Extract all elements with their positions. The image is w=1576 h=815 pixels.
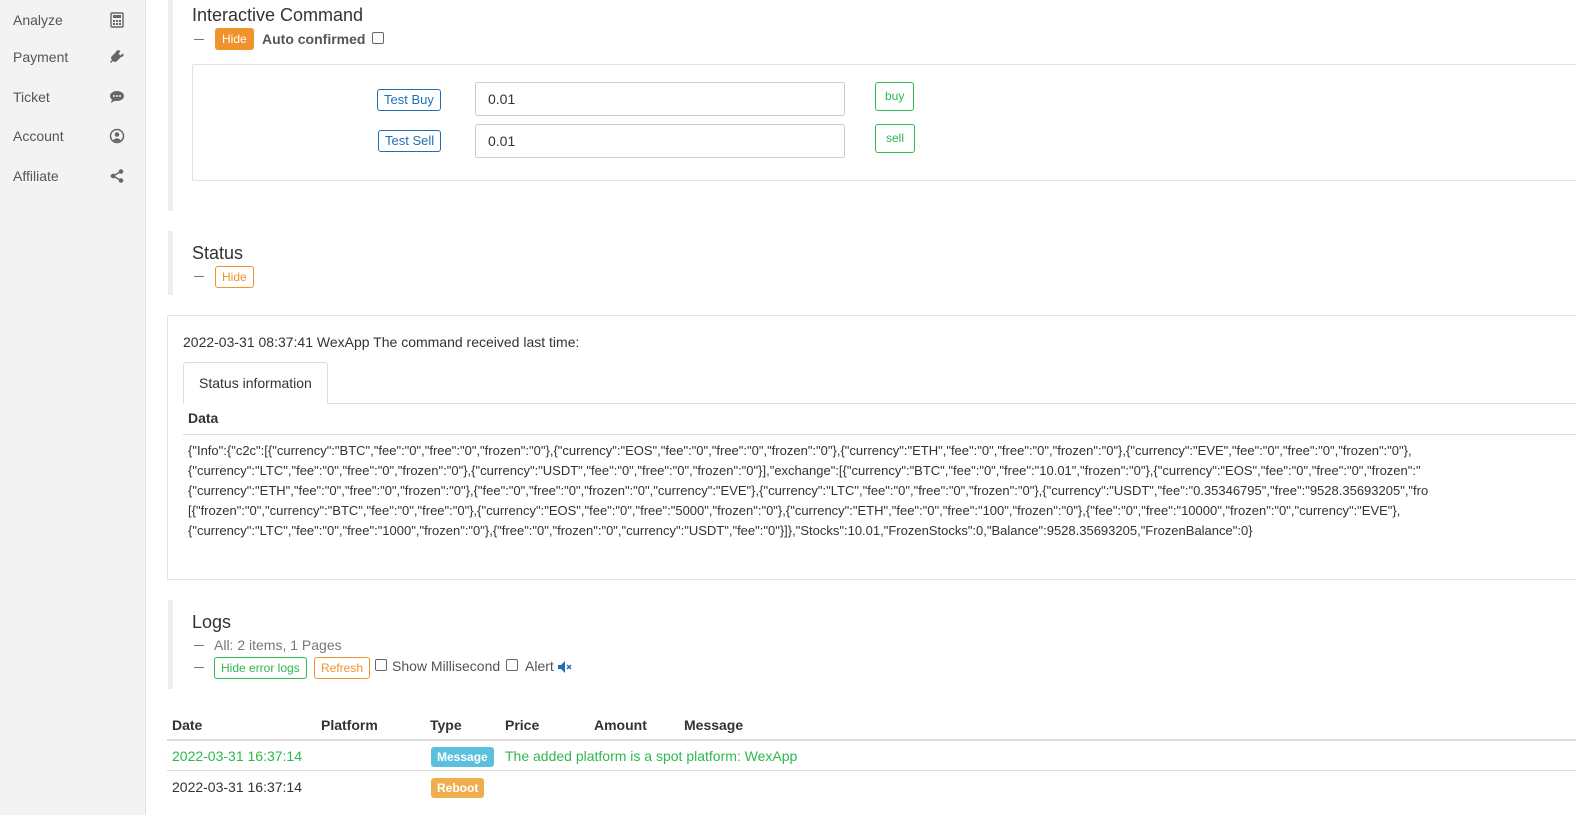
sidebar-item-analyze[interactable]: Analyze [0, 0, 146, 40]
sidebar-item-label: Account [13, 128, 64, 144]
data-column-header: Data [188, 410, 219, 426]
column-header-date: Date [172, 717, 203, 733]
command-box: Test Buy buy Test Sell sell [192, 64, 1576, 181]
logs-section: Logs All: 2 items, 1 Pages Hide error lo… [168, 600, 1576, 689]
sidebar: Analyze Payment Ticket Account Affiliate [0, 0, 146, 815]
sidebar-item-ticket[interactable]: Ticket [0, 77, 146, 117]
sidebar-item-affiliate[interactable]: Affiliate [0, 156, 146, 196]
collapse-dash [194, 667, 204, 668]
sell-amount-input[interactable] [475, 124, 845, 158]
column-header-message: Message [684, 717, 744, 733]
tab-divider [183, 403, 1576, 404]
test-buy-button[interactable]: Test Buy [377, 89, 441, 111]
column-header-amount: Amount [594, 717, 647, 733]
test-sell-button[interactable]: Test Sell [378, 130, 442, 152]
collapse-dash [194, 276, 204, 277]
sidebar-item-label: Payment [13, 49, 69, 65]
status-data-line: [{"frozen":"0","currency":"BTC","fee":"0… [188, 503, 1401, 518]
hide-button[interactable]: Hide [215, 266, 254, 288]
table-row: 2022-03-31 16:37:14 Reboot [167, 772, 1576, 802]
auto-confirmed-label: Auto confirmed [262, 31, 366, 47]
status-section: Status Hide [168, 231, 1576, 295]
alert-checkbox[interactable] [506, 659, 518, 671]
auto-confirmed-checkbox[interactable] [372, 32, 384, 44]
sidebar-item-label: Affiliate [13, 168, 59, 184]
buy-button[interactable]: buy [875, 82, 915, 111]
status-data-line: {"Info":{"c2c":[{"currency":"BTC","fee":… [188, 443, 1412, 458]
sell-button[interactable]: sell [875, 124, 916, 153]
type-badge-reboot: Reboot [431, 778, 485, 798]
share-icon [109, 168, 125, 184]
collapse-dash [194, 39, 204, 40]
sidebar-item-label: Ticket [13, 89, 50, 105]
collapse-dash [194, 645, 204, 646]
show-millisecond-label: Show Millisecond [392, 658, 501, 674]
status-data-line: {"currency":"ETH","fee":"0","free":"0","… [188, 483, 1429, 498]
status-data-line: {"currency":"LTC","fee":"0","free":"0","… [188, 463, 1421, 478]
mute-speaker-icon[interactable] [558, 660, 572, 673]
last-command-text: 2022-03-31 08:37:41 WexApp The command r… [183, 334, 580, 350]
hide-button[interactable]: Hide [215, 28, 254, 50]
row-message: The added platform is a spot platform: W… [505, 748, 798, 764]
sidebar-item-payment[interactable]: Payment [0, 37, 146, 77]
logs-table: Date Platform Type Price Amount Message … [167, 709, 1576, 815]
status-panel: 2022-03-31 08:37:41 WexApp The command r… [167, 315, 1576, 580]
row-date: 2022-03-31 16:37:14 [172, 748, 302, 764]
main-content: Interactive Command Hide Auto confirmed … [146, 0, 1576, 815]
comment-icon [109, 89, 125, 105]
plug-icon [109, 49, 125, 65]
column-header-price: Price [505, 717, 540, 733]
buy-amount-input[interactable] [475, 82, 845, 116]
table-row: 2022-03-31 16:37:14 Message The added pl… [167, 741, 1576, 771]
show-millisecond-checkbox[interactable] [375, 659, 387, 671]
status-data-line: {"currency":"LTC","fee":"0","free":"1000… [188, 523, 1253, 538]
hide-error-logs-button[interactable]: Hide error logs [214, 657, 307, 679]
refresh-button[interactable]: Refresh [314, 657, 371, 679]
calculator-icon [109, 12, 125, 28]
row-date: 2022-03-31 16:37:14 [172, 779, 302, 795]
section-title: Interactive Command [192, 5, 364, 25]
sidebar-item-account[interactable]: Account [0, 116, 146, 156]
sidebar-item-label: Analyze [13, 12, 63, 28]
section-title: Logs [192, 612, 232, 632]
interactive-command-section: Interactive Command Hide Auto confirmed … [168, 0, 1576, 211]
type-badge-message: Message [431, 747, 494, 767]
tab-status-information[interactable]: Status information [183, 362, 328, 404]
column-header-type: Type [430, 717, 462, 733]
user-circle-icon [109, 128, 125, 144]
column-header-platform: Platform [321, 717, 378, 733]
logs-summary: All: 2 items, 1 Pages [214, 637, 342, 653]
section-title: Status [192, 243, 244, 263]
table-divider [183, 434, 1576, 435]
alert-label: Alert [525, 658, 554, 674]
